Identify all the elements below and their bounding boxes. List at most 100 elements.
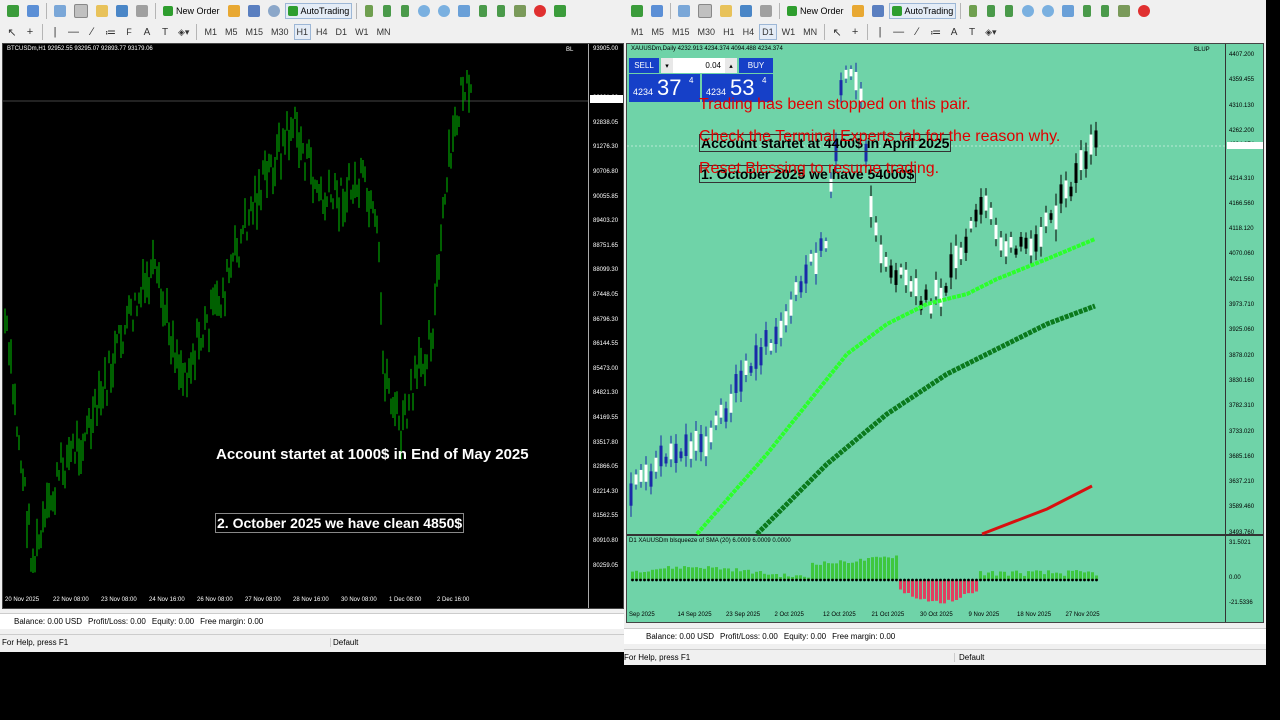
vertical-line-button[interactable]: | — [47, 24, 63, 40]
metaeditor-button[interactable] — [849, 3, 867, 19]
horizontal-line-button[interactable]: — — [890, 24, 907, 40]
tester-button[interactable] — [133, 3, 151, 19]
zoom-out-button[interactable] — [1039, 3, 1057, 19]
tile-windows-button[interactable] — [1059, 3, 1077, 19]
tf-m5[interactable]: M5 — [222, 24, 241, 40]
histogram-bar — [743, 570, 746, 580]
tf-h4[interactable]: H4 — [740, 24, 758, 40]
squeeze-dot — [963, 578, 966, 582]
market-watch-button[interactable] — [51, 3, 69, 19]
lot-down-button[interactable]: ▾ — [661, 58, 673, 73]
price-tick-label: 84169.55 — [593, 415, 619, 421]
indicators-button[interactable] — [1115, 3, 1133, 19]
lot-size-input[interactable]: 0.04 — [673, 58, 725, 73]
periods-button[interactable] — [531, 3, 549, 19]
terminal-button[interactable] — [737, 3, 755, 19]
price-tick-label: 90055.85 — [593, 193, 619, 200]
tf-h1[interactable]: H1 — [720, 24, 738, 40]
data-window-button[interactable] — [695, 3, 715, 19]
histogram-bar — [679, 568, 682, 580]
cursor-button[interactable]: ↖ — [4, 24, 20, 40]
community-button[interactable] — [245, 3, 263, 19]
profiles-button[interactable] — [24, 3, 42, 19]
candles-button[interactable] — [983, 3, 999, 19]
zoom-out-button[interactable] — [435, 3, 453, 19]
shapes-button[interactable]: ◈▾ — [175, 24, 192, 40]
new-order-button[interactable]: New Order — [784, 3, 847, 19]
label-button[interactable]: T — [157, 24, 173, 40]
navigator-button[interactable] — [717, 3, 735, 19]
market-watch-button[interactable] — [675, 3, 693, 19]
tf-mn[interactable]: MN — [374, 24, 394, 40]
bar-chart-button[interactable] — [965, 3, 981, 19]
channel-button[interactable]: ≔ — [927, 24, 944, 40]
chart-shift-button[interactable] — [1097, 3, 1113, 19]
tf-h4[interactable]: H4 — [313, 24, 331, 40]
periods-button[interactable] — [1135, 3, 1153, 19]
trendline-button[interactable]: ∕ — [909, 24, 925, 40]
profiles-button[interactable] — [648, 3, 666, 19]
tf-mn[interactable]: MN — [800, 24, 820, 40]
tester-button[interactable] — [757, 3, 775, 19]
text-button[interactable]: A — [946, 24, 962, 40]
metaeditor-button[interactable] — [225, 3, 243, 19]
tf-d1[interactable]: D1 — [333, 24, 351, 40]
autotrading-button[interactable]: AutoTrading — [284, 3, 353, 19]
line-chart-button[interactable] — [1001, 3, 1017, 19]
new-chart-button[interactable] — [628, 3, 646, 19]
autoscroll-button[interactable] — [1079, 3, 1095, 19]
tf-m15[interactable]: M15 — [669, 24, 693, 40]
templates-button[interactable] — [551, 3, 569, 19]
crosshair-button[interactable]: + — [847, 24, 863, 40]
candles-button[interactable] — [379, 3, 395, 19]
shapes-button[interactable]: ◈▾ — [982, 24, 999, 40]
signals-button[interactable] — [265, 3, 283, 19]
buy-button[interactable]: BUY — [739, 58, 773, 73]
channel-button[interactable]: ≔ — [102, 24, 119, 40]
tf-m5[interactable]: M5 — [649, 24, 668, 40]
tf-m15[interactable]: M15 — [242, 24, 266, 40]
profile-text[interactable]: Default — [954, 653, 1119, 662]
zoom-in-button[interactable] — [415, 3, 433, 19]
community-button[interactable] — [869, 3, 887, 19]
tf-d1[interactable]: D1 — [759, 24, 777, 40]
tile-windows-button[interactable] — [455, 3, 473, 19]
tf-w1[interactable]: W1 — [352, 24, 372, 40]
tf-m1[interactable]: M1 — [628, 24, 647, 40]
autoscroll-button[interactable] — [475, 3, 491, 19]
squeeze-dot — [903, 578, 906, 582]
indicators-button[interactable] — [511, 3, 529, 19]
lot-up-button[interactable]: ▴ — [725, 58, 737, 73]
trendline-button[interactable]: ∕ — [84, 24, 100, 40]
data-window-button[interactable] — [71, 3, 91, 19]
navigator-button[interactable] — [93, 3, 111, 19]
new-chart-button[interactable] — [4, 3, 22, 19]
profile-text[interactable]: Default — [330, 638, 493, 647]
sell-price-box[interactable]: 4234 37 4 — [629, 74, 700, 102]
bar-chart-button[interactable] — [361, 3, 377, 19]
xau-chart[interactable]: XAUUSDm,Daily 4232.913 4234.374 4094.488… — [626, 43, 1264, 623]
zoom-in-button[interactable] — [1019, 3, 1037, 19]
vertical-line-button[interactable]: | — [872, 24, 888, 40]
cursor-button[interactable]: ↖ — [829, 24, 845, 40]
terminal-button[interactable] — [113, 3, 131, 19]
sell-button[interactable]: SELL — [629, 58, 659, 73]
periods-icon — [1138, 5, 1151, 17]
text-button[interactable]: A — [139, 24, 155, 40]
horizontal-line-button[interactable]: — — [65, 24, 82, 40]
new-order-button[interactable]: New Order — [160, 3, 223, 19]
btc-chart[interactable]: BTCUSDm,H1 92952.55 93295.07 92893.77 93… — [2, 43, 624, 609]
tf-h1[interactable]: H1 — [293, 24, 312, 40]
crosshair-button[interactable]: + — [22, 24, 38, 40]
line-chart-button[interactable] — [397, 3, 413, 19]
tf-m1[interactable]: M1 — [201, 24, 220, 40]
tf-m30[interactable]: M30 — [695, 24, 719, 40]
squeeze-dot — [1063, 578, 1066, 582]
tf-m30[interactable]: M30 — [268, 24, 292, 40]
label-button[interactable]: T — [964, 24, 980, 40]
fibonacci-button[interactable]: F — [121, 24, 137, 40]
tf-w1[interactable]: W1 — [779, 24, 799, 40]
histogram-bar — [891, 558, 894, 580]
chart-shift-button[interactable] — [493, 3, 509, 19]
autotrading-button[interactable]: AutoTrading — [888, 3, 957, 19]
